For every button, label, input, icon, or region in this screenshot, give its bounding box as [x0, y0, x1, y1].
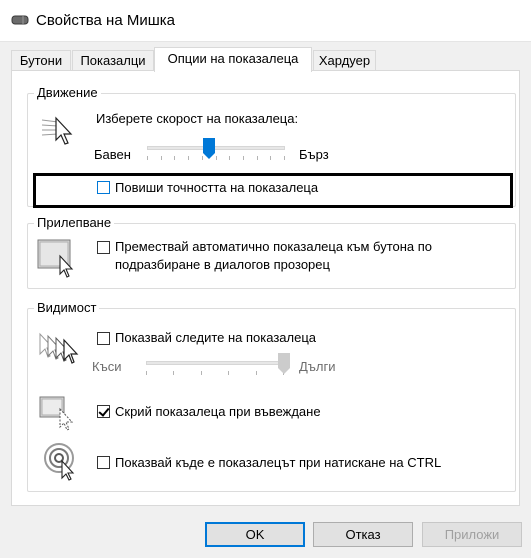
tab-pointers[interactable]: Показалци — [72, 50, 154, 70]
slider-tick — [147, 156, 148, 160]
slider-tick — [228, 371, 229, 375]
snap-to-group-label: Прилепване — [34, 215, 115, 230]
snap-to-group: Прилепване — [27, 215, 516, 289]
motion-group-label: Движение — [34, 85, 101, 100]
hide-pointer-label[interactable]: Скрий показалеца при въвеждане — [115, 404, 321, 419]
highlight-box — [33, 173, 513, 208]
trails-slider-ticks — [146, 371, 284, 376]
trails-long-label: Дълги — [299, 359, 336, 374]
snap-to-label-line2[interactable]: подразбиране в диалогов прозорец — [115, 257, 330, 272]
snap-to-button-icon — [37, 239, 74, 278]
cancel-button[interactable]: Отказ — [313, 522, 413, 547]
show-location-ctrl-checkbox[interactable] — [97, 456, 110, 469]
slider-tick — [201, 371, 202, 375]
slider-tick — [257, 156, 258, 160]
locate-pointer-icon — [44, 443, 75, 481]
trails-checkbox[interactable] — [97, 332, 110, 345]
window-title: Свойства на Мишка — [36, 12, 175, 29]
speed-fast-label: Бърз — [299, 147, 329, 162]
pointer-speed-icon — [41, 116, 73, 145]
ok-button[interactable]: OK — [205, 522, 305, 547]
slider-tick — [270, 156, 271, 160]
speed-slow-label: Бавен — [94, 147, 131, 162]
trails-short-label: Къси — [92, 359, 122, 374]
hide-pointer-icon — [39, 396, 74, 431]
title-bar: Свойства на Мишка — [0, 0, 531, 42]
slider-tick — [146, 371, 147, 375]
slider-tick — [229, 156, 230, 160]
apply-button[interactable]: Приложи — [422, 522, 522, 547]
slider-tick — [174, 156, 175, 160]
speed-label: Изберете скорост на показалеца: — [96, 111, 299, 126]
slider-tick — [284, 156, 285, 160]
slider-tick — [161, 156, 162, 160]
speed-slider-ticks — [147, 156, 285, 161]
tab-pointer-options[interactable]: Опции на показалеца — [154, 47, 312, 72]
slider-tick — [173, 371, 174, 375]
tab-hardware[interactable]: Хардуер — [313, 50, 376, 70]
show-location-ctrl-label[interactable]: Показвай къде е показалецът при натискан… — [115, 455, 441, 470]
speed-slider-track[interactable] — [147, 146, 285, 150]
tab-buttons[interactable]: Бутони — [11, 50, 71, 70]
mouse-icon — [11, 15, 29, 25]
snap-to-label-line1[interactable]: Премествай автоматично показалеца към бу… — [115, 239, 432, 254]
speed-slider-thumb[interactable] — [203, 138, 215, 160]
slider-tick — [243, 156, 244, 160]
slider-tick — [256, 371, 257, 375]
slider-tick — [188, 156, 189, 160]
trails-label[interactable]: Показвай следите на показалеца — [115, 330, 316, 345]
slider-tick — [216, 156, 217, 160]
visibility-group-label: Видимост — [34, 300, 100, 315]
trails-slider-track[interactable] — [146, 361, 284, 365]
snap-to-checkbox[interactable] — [97, 241, 110, 254]
hide-pointer-checkbox[interactable] — [97, 405, 110, 418]
pointer-trails-icon — [39, 332, 79, 364]
trails-slider-thumb[interactable] — [278, 353, 290, 375]
